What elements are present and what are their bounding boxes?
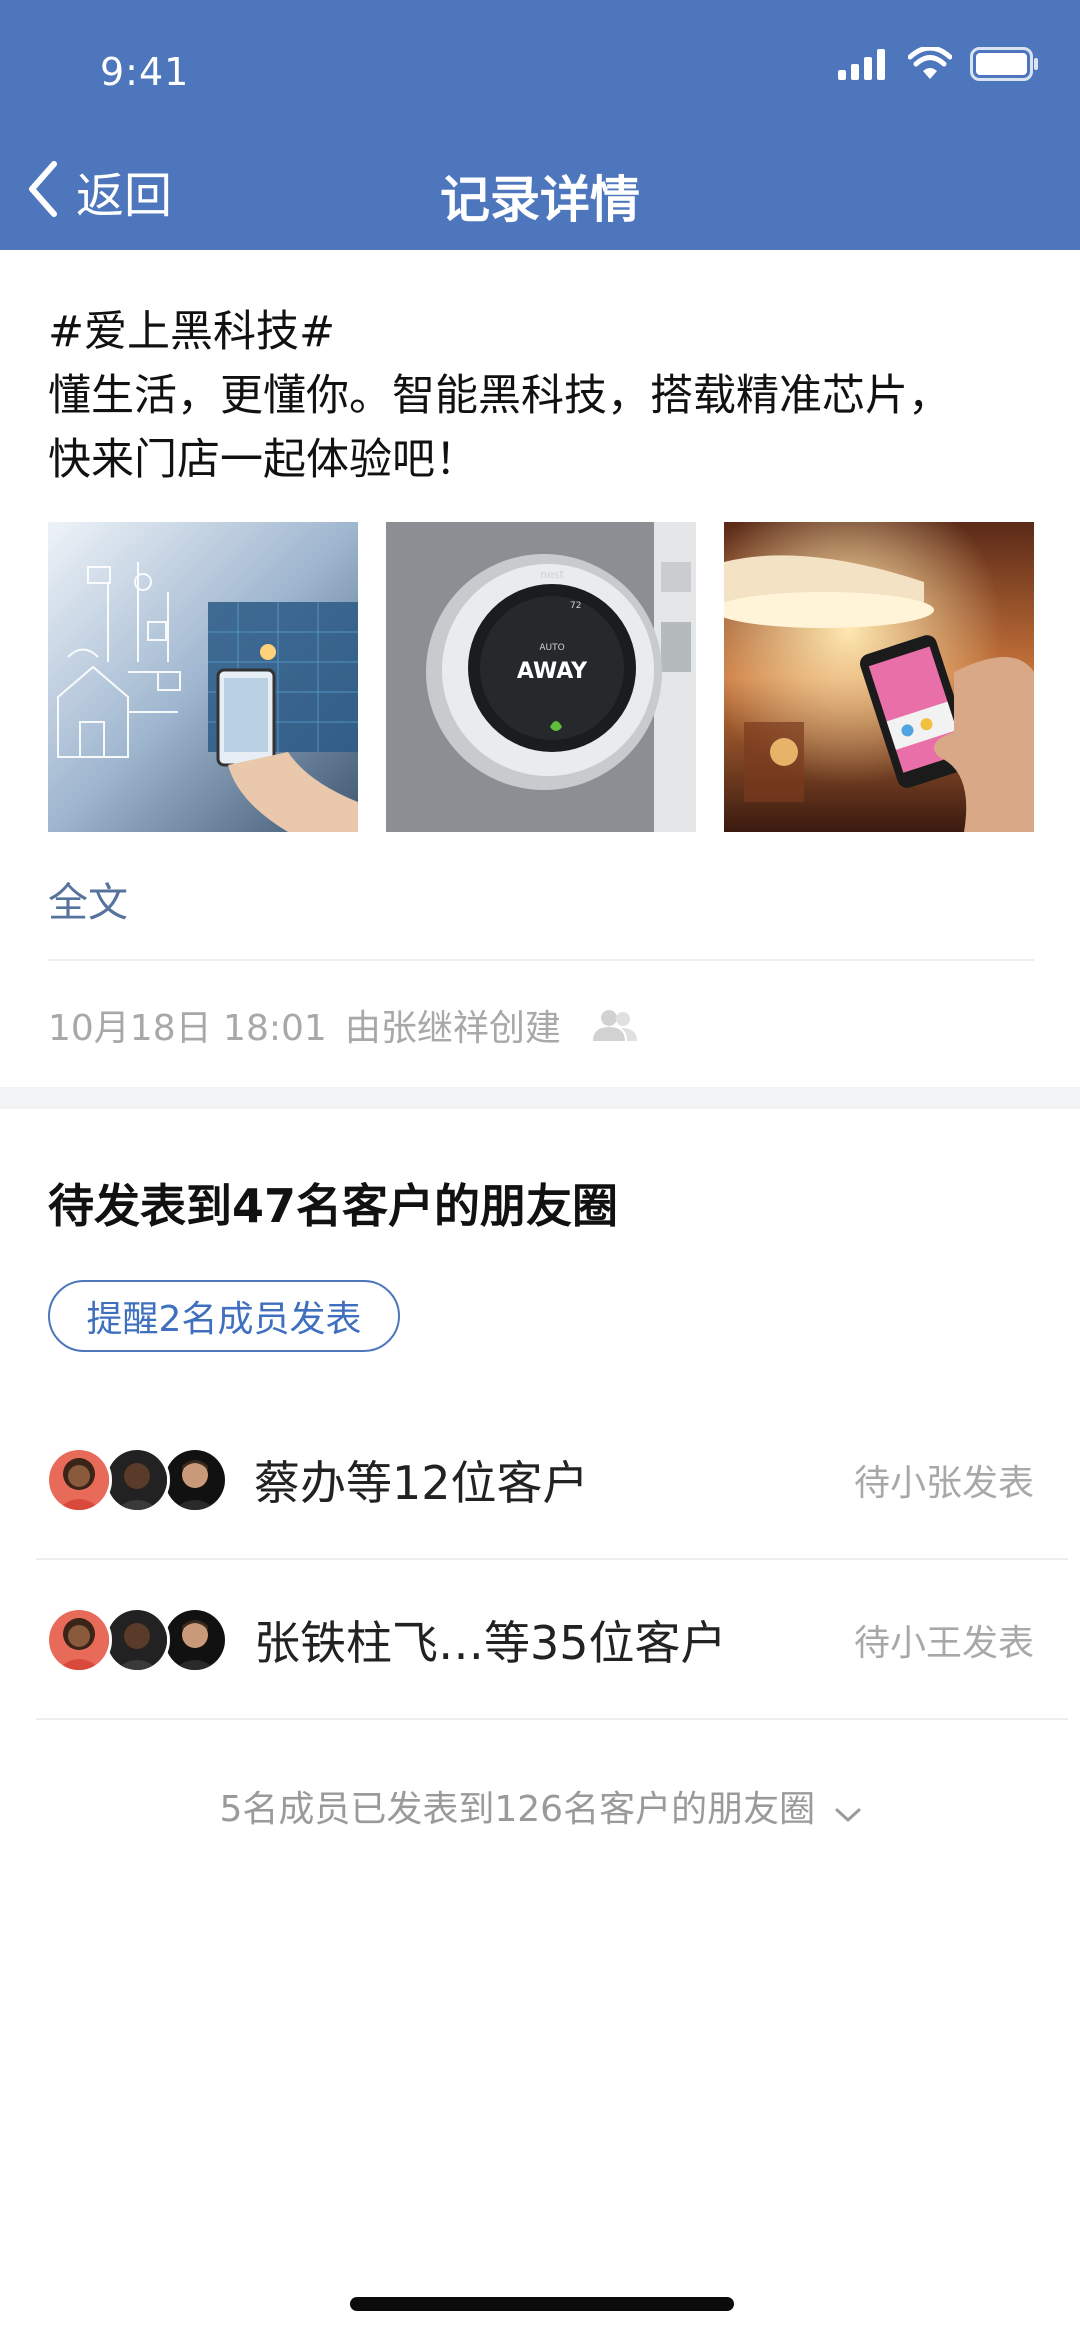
thermostat-photo[interactable]: nest AUTO AWAY 72 bbox=[386, 522, 696, 832]
chevron-down-icon bbox=[835, 1791, 861, 1832]
avatar bbox=[46, 1447, 112, 1513]
pending-row[interactable]: 蔡办等12位客户 待小张发表 bbox=[36, 1400, 1068, 1560]
published-summary[interactable]: 5名成员已发表到126名客户的朋友圈 bbox=[0, 1780, 1080, 1832]
photo-grid: nest AUTO AWAY 72 bbox=[48, 522, 1034, 832]
row-status: 待小张发表 bbox=[853, 1463, 1034, 1504]
divider bbox=[36, 1718, 1068, 1720]
status-icons bbox=[838, 45, 1040, 86]
post-creator: 由张继祥创建 bbox=[344, 1008, 561, 1049]
nav-header: 9:41 返回 记录详情 bbox=[0, 0, 1080, 250]
pending-row[interactable]: 张铁柱飞…等35位客户 待小王发表 bbox=[36, 1560, 1068, 1720]
pending-title: 待发表到47名客户的朋友圈 bbox=[48, 1179, 619, 1233]
avatar-group bbox=[46, 1607, 231, 1673]
post-text: #爱上黑科技# 懂生活，更懂你。智能黑科技，搭载精准芯片， 快来门店一起体验吧！ bbox=[48, 300, 1034, 492]
smart-lamp-photo[interactable] bbox=[724, 522, 1034, 832]
avatar bbox=[104, 1607, 170, 1673]
section-separator bbox=[0, 1087, 1080, 1109]
divider bbox=[48, 959, 1034, 961]
avatar bbox=[162, 1607, 228, 1673]
post-text-line: 懂生活，更懂你。智能黑科技，搭载精准芯片， bbox=[48, 371, 951, 421]
full-text-link[interactable]: 全文 bbox=[48, 870, 128, 928]
row-label: 张铁柱飞…等35位客户 bbox=[254, 1616, 727, 1670]
thermostat-mode: AUTO bbox=[539, 643, 564, 653]
thermostat-temp: 72 bbox=[570, 601, 581, 611]
published-summary-text: 5名成员已发表到126名客户的朋友圈 bbox=[219, 1789, 816, 1830]
page-title: 记录详情 bbox=[440, 171, 640, 229]
post-text-line: #爱上黑科技# bbox=[48, 307, 336, 357]
post-content: #爱上黑科技# 懂生活，更懂你。智能黑科技，搭载精准芯片， 快来门店一起体验吧！ bbox=[48, 300, 1034, 492]
thermostat-brand: nest bbox=[540, 568, 564, 581]
post-time: 10月18日 18:01 bbox=[48, 1008, 327, 1049]
thermostat-status: AWAY bbox=[517, 659, 588, 684]
remind-members-button[interactable]: 提醒2名成员发表 bbox=[48, 1280, 400, 1352]
row-label: 蔡办等12位客户 bbox=[254, 1456, 589, 1510]
people-icon[interactable] bbox=[591, 1008, 639, 1042]
signal-icon bbox=[838, 48, 890, 84]
avatar bbox=[104, 1447, 170, 1513]
battery-icon bbox=[970, 47, 1040, 85]
home-indicator bbox=[350, 2297, 734, 2311]
avatar bbox=[162, 1447, 228, 1513]
status-time: 9:41 bbox=[100, 50, 190, 94]
post-text-line: 快来门店一起体验吧！ bbox=[48, 435, 478, 485]
post-meta: 10月18日 18:01 由张继祥创建 bbox=[48, 1000, 639, 1050]
smart-home-photo[interactable] bbox=[48, 522, 358, 832]
avatar-group bbox=[46, 1447, 231, 1513]
avatar bbox=[46, 1607, 112, 1673]
row-status: 待小王发表 bbox=[853, 1623, 1034, 1664]
wifi-icon bbox=[907, 45, 953, 85]
